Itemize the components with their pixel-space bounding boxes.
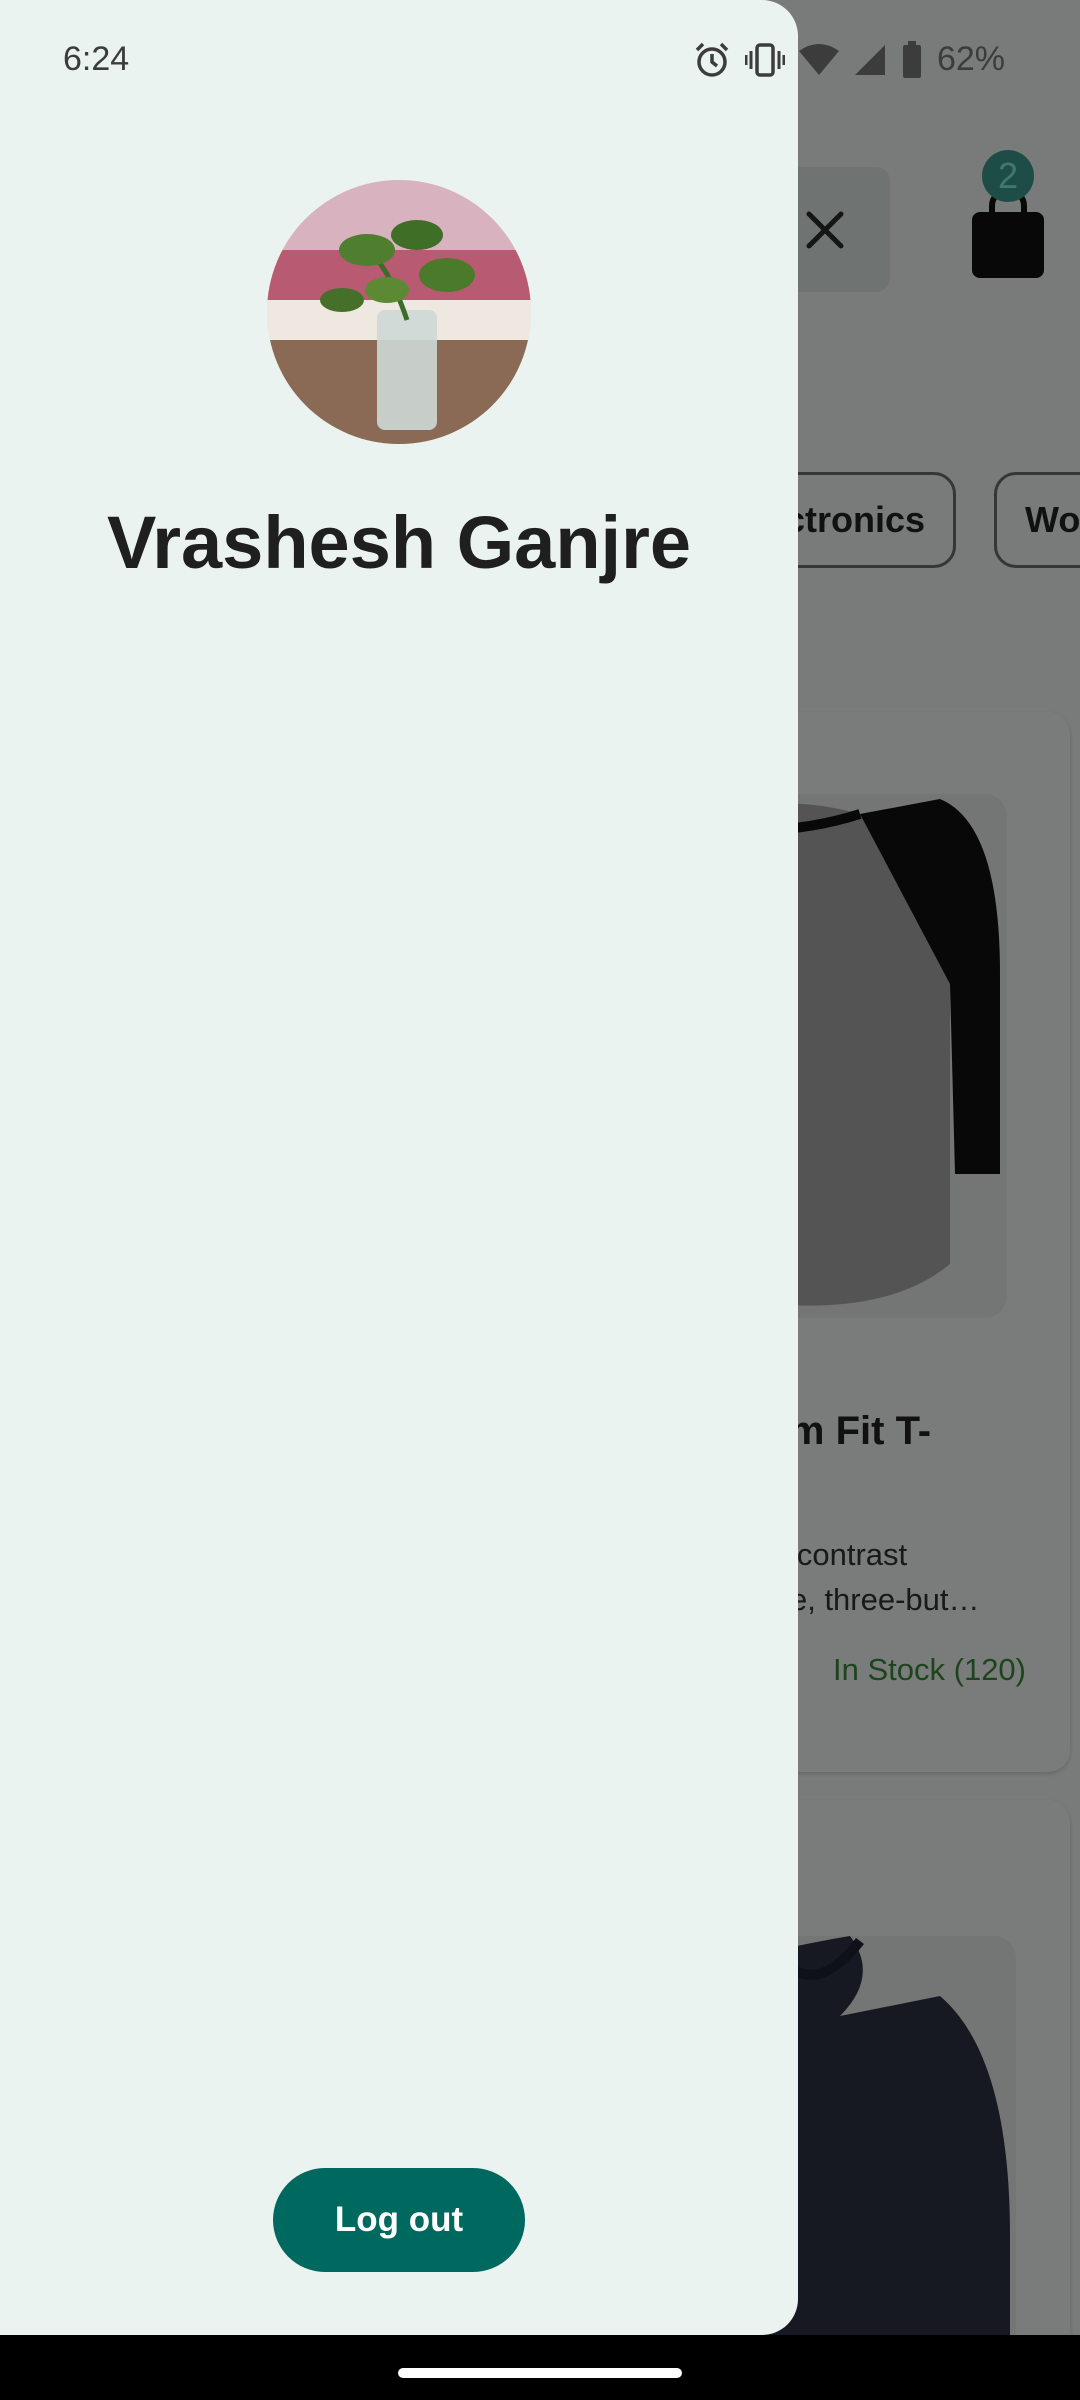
status-time: 6:24 bbox=[63, 40, 130, 78]
navigation-drawer: Vrashesh Ganjre Log out bbox=[0, 0, 798, 2335]
vibrate-icon bbox=[744, 42, 785, 77]
status-bar: 6:24 62% bbox=[0, 0, 1080, 128]
alarm-icon bbox=[695, 42, 729, 77]
status-icons: 62% bbox=[693, 40, 1005, 79]
battery-icon bbox=[902, 40, 921, 78]
wifi-icon bbox=[798, 43, 839, 75]
home-gesture-handle[interactable] bbox=[398, 2368, 682, 2378]
battery-percent: 62% bbox=[936, 40, 1005, 78]
profile-avatar bbox=[267, 180, 531, 444]
logout-button[interactable]: Log out bbox=[273, 2168, 525, 2272]
signal-icon bbox=[854, 44, 885, 75]
profile-name: Vrashesh Ganjre bbox=[106, 501, 692, 584]
